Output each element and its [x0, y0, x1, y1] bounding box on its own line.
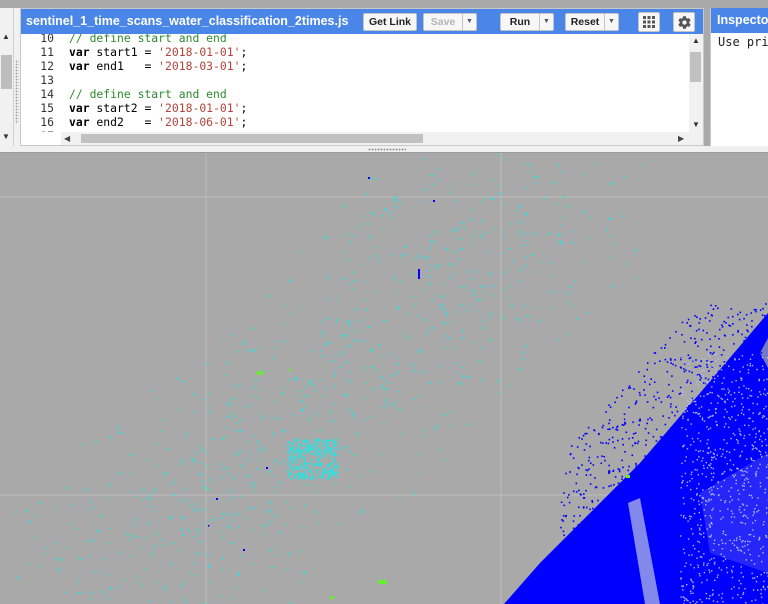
token-string: '2018-06-01' [158, 115, 241, 129]
line-number: 17 [21, 129, 54, 132]
scroll-up-arrow-icon[interactable]: ▲ [692, 36, 700, 45]
token-comment: // define start and end [69, 34, 227, 45]
save-button[interactable]: Save ▼ [423, 13, 477, 31]
token-keyword: var [69, 59, 90, 73]
line-number: 14 [40, 87, 54, 101]
token-keyword: var [69, 101, 90, 115]
script-editor-panel: sentinel_1_time_scans_water_classificati… [20, 8, 704, 146]
token-comment: // define start and end [69, 87, 227, 101]
reset-dropdown-chevron-down-icon[interactable]: ▼ [604, 14, 618, 30]
token-ident: end2 [89, 115, 145, 129]
code-line[interactable]: 15 var start2 = '2018-01-01'; [21, 101, 689, 115]
gear-icon [677, 15, 691, 29]
water-classification-region [504, 313, 768, 604]
settings-button[interactable] [673, 12, 695, 32]
line-number: 16 [40, 115, 54, 129]
line-number: 12 [40, 59, 54, 73]
scroll-thumb[interactable] [1, 55, 12, 89]
line-number: 11 [40, 45, 54, 59]
get-link-button[interactable]: Get Link [363, 13, 417, 31]
token-tail: ; [240, 115, 248, 129]
reset-button[interactable]: Reset ▼ [565, 13, 619, 31]
code-text: var end2 = '2018-06-01'; [69, 115, 247, 129]
run-dropdown-chevron-down-icon[interactable]: ▼ [539, 14, 553, 30]
scrollbar-corner [689, 132, 703, 145]
token-string: '2018-03-01' [158, 59, 241, 73]
code-line[interactable]: 16 var end2 = '2018-06-01'; [21, 115, 689, 129]
token-string: '2018-01-01' [158, 45, 241, 59]
map-splitter-handle[interactable] [0, 146, 768, 153]
scroll-thumb[interactable] [81, 134, 423, 143]
left-panel-scrollbar[interactable]: ▲ ▼ [0, 8, 14, 146]
token-ident: start2 [89, 101, 145, 115]
token-tail: ; [240, 45, 248, 59]
code-line[interactable]: 14 // define start and end [21, 87, 689, 101]
scroll-left-arrow-icon[interactable]: ◀ [64, 134, 70, 143]
get-link-label: Get Link [368, 16, 411, 28]
code-vertical-scrollbar[interactable]: ▲ ▼ [689, 34, 703, 132]
classification-map-layer [0, 153, 768, 604]
code-text: // define start and end [69, 34, 227, 45]
token-eq: = [144, 115, 159, 129]
apps-button[interactable] [638, 12, 660, 32]
code-editor[interactable]: 10 // define start and end 11 var start1 = … [21, 34, 689, 132]
splitter-grip[interactable] [368, 148, 406, 151]
scroll-thumb[interactable] [690, 52, 701, 82]
token-string: '2018-01-01' [158, 101, 241, 115]
code-text: var start1 = '2018-01-01'; [69, 45, 247, 59]
token-eq: = [144, 101, 159, 115]
inspector-panel: Inspector Use pri [710, 8, 768, 146]
line-number: 15 [40, 101, 54, 115]
editor-header: sentinel_1_time_scans_water_classificati… [21, 9, 703, 34]
code-line[interactable]: 10 // define start and end [21, 34, 689, 45]
map-canvas[interactable] [0, 153, 768, 604]
token-eq: = [144, 59, 159, 73]
run-button[interactable]: Run ▼ [500, 13, 554, 31]
token-tail: ; [240, 59, 248, 73]
script-title[interactable]: sentinel_1_time_scans_water_classificati… [26, 14, 348, 28]
code-text: // define start and end [69, 87, 227, 101]
scroll-down-arrow-icon[interactable]: ▼ [692, 120, 700, 129]
inspector-header[interactable]: Inspector [711, 8, 768, 33]
token-keyword: var [69, 45, 90, 59]
reset-label: Reset [570, 16, 600, 28]
token-ident: start1 [89, 45, 145, 59]
scroll-down-arrow-icon[interactable]: ▼ [2, 132, 10, 141]
code-text: var end1 = '2018-03-01'; [69, 59, 247, 73]
line-number: 13 [40, 73, 54, 87]
code-editor-app: ▲ ▼ sentinel_1_time_scans_water_classifi… [0, 0, 768, 604]
grid-apps-icon [643, 16, 655, 28]
code-line[interactable]: 13 [21, 73, 689, 87]
line-number: 10 [40, 34, 54, 45]
code-horizontal-scrollbar[interactable]: ◀ ▶ [61, 132, 689, 145]
code-text: var start2 = '2018-01-01'; [69, 101, 247, 115]
scroll-right-arrow-icon[interactable]: ▶ [678, 134, 684, 143]
save-dropdown-chevron-down-icon[interactable]: ▼ [462, 14, 476, 30]
panel-resize-handle[interactable] [705, 58, 709, 122]
token-ident: end1 [89, 59, 145, 73]
scroll-up-arrow-icon[interactable]: ▲ [2, 32, 10, 41]
code-line[interactable]: 12 var end1 = '2018-03-01'; [21, 59, 689, 73]
token-eq: = [144, 45, 159, 59]
code-line[interactable]: 11 var start1 = '2018-01-01'; [21, 45, 689, 59]
run-label: Run [509, 16, 531, 28]
inspector-tab[interactable]: Inspector [717, 13, 768, 27]
inspector-hint-text: Use pri [718, 35, 768, 49]
token-tail: ; [240, 101, 248, 115]
save-label: Save [430, 16, 456, 28]
token-keyword: var [69, 115, 90, 129]
